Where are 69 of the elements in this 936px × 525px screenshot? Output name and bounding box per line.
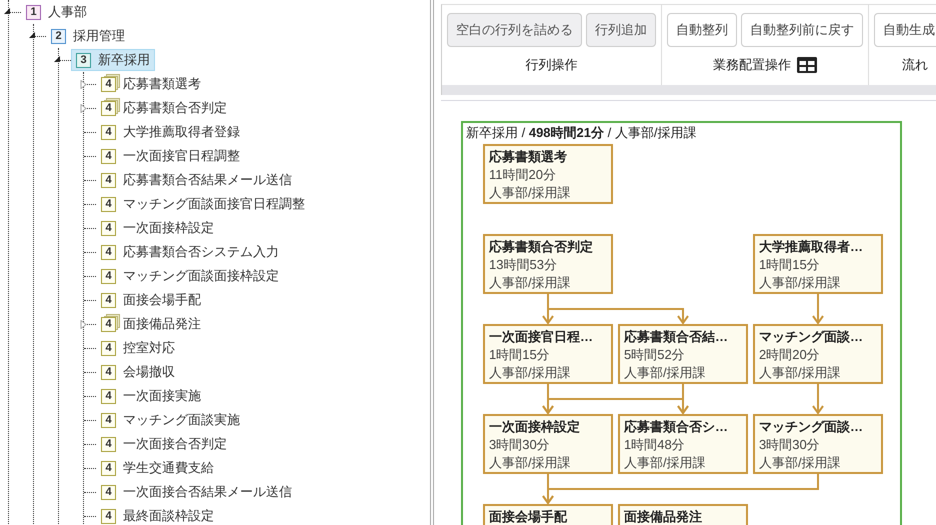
scrollbar-track[interactable] bbox=[441, 85, 936, 95]
task-node[interactable]: マッチング面談… 3時間30分 人事部/採用課 bbox=[753, 414, 883, 474]
level-badge: 4 bbox=[101, 484, 116, 500]
level-badge: 4 bbox=[101, 460, 116, 476]
level-badge: 1 bbox=[26, 4, 41, 20]
collapsed-triangle-icon[interactable] bbox=[80, 104, 87, 113]
tree-item[interactable]: 4 会場撤収 bbox=[96, 361, 180, 383]
tree-item[interactable]: 4 一次面接官日程調整 bbox=[96, 145, 245, 167]
group-label: 流れ bbox=[902, 56, 928, 74]
task-node[interactable]: 面接会場手配 bbox=[483, 504, 613, 525]
tree-item[interactable]: 4 最終面談枠設定 bbox=[96, 505, 219, 525]
tree-item[interactable]: 4 面接備品発注 bbox=[96, 313, 206, 335]
task-node[interactable]: マッチング面談… 2時間20分 人事部/採用課 bbox=[753, 324, 883, 384]
level-badge: 4 bbox=[101, 148, 116, 164]
task-node[interactable]: 応募書類選考 11時間20分 人事部/採用課 bbox=[483, 144, 613, 204]
tree-item[interactable]: 4 マッチング面談面接枠設定 bbox=[96, 265, 284, 287]
task-node[interactable]: 大学推薦取得者… 1時間15分 人事部/採用課 bbox=[753, 234, 883, 294]
expanded-triangle-icon[interactable] bbox=[54, 54, 61, 63]
task-node[interactable]: 応募書類合否判定 13時間53分 人事部/採用課 bbox=[483, 234, 613, 294]
tree-item[interactable]: 4 応募書類合否判定 bbox=[96, 97, 232, 119]
task-node[interactable]: 面接備品発注 bbox=[618, 504, 748, 525]
tree-item[interactable]: 4 応募書類選考 bbox=[96, 73, 206, 95]
tree-item[interactable]: 4 控室対応 bbox=[96, 337, 180, 359]
toolbar-button[interactable]: 自動整列 bbox=[667, 13, 737, 47]
level-badge: 4 bbox=[101, 220, 116, 236]
tree-item[interactable]: 4 大学推薦取得者登録 bbox=[96, 121, 245, 143]
level-badge: 4 bbox=[101, 268, 116, 284]
tree-item[interactable]: 4 マッチング面談面接官日程調整 bbox=[96, 193, 310, 215]
toolbar-button[interactable]: 自動生成 bbox=[874, 13, 936, 47]
tree-item[interactable]: 1 人事部 bbox=[21, 1, 92, 23]
level-badge: 4 bbox=[101, 508, 116, 524]
tree-item[interactable]: 4 一次面接合否判定 bbox=[96, 433, 232, 455]
connector-arrow bbox=[812, 384, 824, 415]
task-node[interactable]: 応募書類合否シ… 1時間48分 人事部/採用課 bbox=[618, 414, 748, 474]
process-title: 新卒採用 / 498時間21分 / 人事部/採用課 bbox=[465, 124, 698, 142]
tree-item[interactable]: 4 応募書類合否システム入力 bbox=[96, 241, 284, 263]
level-badge: 4 bbox=[101, 412, 116, 428]
level-badge: 4 bbox=[101, 292, 116, 308]
tree-item[interactable]: 4 面接会場手配 bbox=[96, 289, 206, 311]
tree-item[interactable]: 4 一次面接枠設定 bbox=[96, 217, 219, 239]
expanded-triangle-icon[interactable] bbox=[4, 6, 11, 15]
collapsed-triangle-icon[interactable] bbox=[80, 320, 87, 329]
level-badge: 4 bbox=[101, 388, 116, 404]
level-badge: 4 bbox=[101, 172, 116, 188]
tree-item[interactable]: 4 一次面接実施 bbox=[96, 385, 206, 407]
toolbar-button[interactable]: 自動整列前に戻す bbox=[741, 13, 863, 47]
level-badge: 4 bbox=[101, 244, 116, 260]
level-badge: 4 bbox=[101, 364, 116, 380]
level-badge: 4 bbox=[101, 196, 116, 212]
group-label: 行列操作 bbox=[526, 56, 578, 74]
tree-item[interactable]: 4 応募書類合否結果メール送信 bbox=[96, 169, 297, 191]
level-badge: 3 bbox=[76, 52, 91, 68]
task-node[interactable]: 一次面接官日程… 1時間15分 人事部/採用課 bbox=[483, 324, 613, 384]
level-badge: 4 bbox=[101, 124, 116, 140]
level-badge: 2 bbox=[51, 28, 66, 44]
tree-item[interactable]: 4 一次面接合否結果メール送信 bbox=[96, 481, 297, 503]
level-badge: 4 bbox=[101, 436, 116, 452]
expanded-triangle-icon[interactable] bbox=[29, 30, 36, 39]
grid-icon[interactable] bbox=[797, 57, 817, 73]
task-node[interactable]: 一次面接枠設定 3時間30分 人事部/採用課 bbox=[483, 414, 613, 474]
collapsed-triangle-icon[interactable] bbox=[80, 80, 87, 89]
tree-item[interactable]: 4 学生交通費支給 bbox=[96, 457, 219, 479]
level-badge: 4 bbox=[101, 340, 116, 356]
tree-item[interactable]: 4 マッチング面談実施 bbox=[96, 409, 245, 431]
connector-arrow bbox=[812, 294, 824, 325]
tree-item[interactable]: 3 新卒採用 bbox=[71, 49, 155, 71]
group-label: 業務配置操作 bbox=[713, 56, 791, 74]
tree-item[interactable]: 2 採用管理 bbox=[46, 25, 130, 47]
task-node[interactable]: 応募書類合否結… 5時間52分 人事部/採用課 bbox=[618, 324, 748, 384]
